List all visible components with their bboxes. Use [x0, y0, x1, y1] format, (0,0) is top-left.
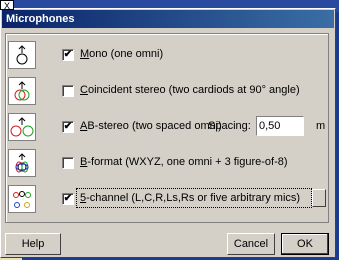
- coincident-checkbox[interactable]: [62, 85, 74, 97]
- mono-checkbox[interactable]: ✔: [62, 49, 74, 61]
- mono-row: ✔ Mono (one omni): [6, 38, 328, 72]
- spacing-unit: m: [316, 120, 326, 132]
- ab-stereo-label-text: B-stereo (two spaced omni): [87, 120, 222, 132]
- ab-stereo-row: ✔ AB-stereo (two spaced omni) Spacing: m: [6, 110, 328, 144]
- coincident-label[interactable]: Coincident stereo (two cardiods at 90° a…: [80, 84, 300, 96]
- five-channel-options-button[interactable]: [312, 189, 326, 207]
- help-button[interactable]: Help: [5, 233, 61, 255]
- spacing-label: Spacing:: [208, 120, 251, 132]
- five-channel-label-text: -channel (L,C,R,Ls,Rs or five arbitrary …: [86, 192, 301, 204]
- coincident-label-text: oincident stereo (two cardiods at 90° an…: [87, 84, 300, 96]
- five-channel-label[interactable]: 5-channel (L,C,R,Ls,Rs or five arbitrary…: [80, 192, 300, 204]
- b-format-mic-icon: [8, 149, 36, 177]
- b-format-row: B-format (WXYZ, one omni + 3 figure-of-8…: [6, 146, 328, 180]
- five-channel-checkbox[interactable]: ✔: [62, 193, 74, 205]
- coincident-label-mnemonic: C: [80, 84, 88, 96]
- mono-label-text: ono (one omni): [89, 48, 164, 60]
- b-format-checkbox[interactable]: [62, 157, 74, 169]
- b-format-label[interactable]: B-format (WXYZ, one omni + 3 figure-of-8…: [80, 156, 288, 168]
- ab-stereo-label[interactable]: AB-stereo (two spaced omni): [80, 120, 222, 132]
- spacing-input[interactable]: [256, 116, 304, 136]
- dialog-title: Microphones: [2, 10, 334, 28]
- close-icon[interactable]: X: [0, 0, 14, 11]
- ok-button[interactable]: OK: [281, 233, 329, 255]
- microphone-options-group: ✔ Mono (one omni) Coincident stereo (two…: [5, 33, 329, 223]
- b-format-label-text: -format (WXYZ, one omni + 3 figure-of-8): [87, 156, 288, 168]
- ab-stereo-checkbox[interactable]: ✔: [62, 121, 74, 133]
- mono-omni-mic-icon: [8, 41, 36, 69]
- cancel-button[interactable]: Cancel: [227, 233, 275, 255]
- coincident-stereo-mic-icon: [8, 77, 36, 105]
- mono-label-mnemonic: M: [80, 48, 90, 60]
- mono-label[interactable]: Mono (one omni): [80, 48, 163, 60]
- five-channel-row: ✔ 5-channel (L,C,R,Ls,Rs or five arbitra…: [6, 182, 328, 216]
- microphones-dialog: Microphones ✔ Mono (one omni) Coincident…: [0, 8, 336, 258]
- five-channel-mic-icon: [8, 185, 36, 213]
- coincident-row: Coincident stereo (two cardiods at 90° a…: [6, 74, 328, 108]
- ab-stereo-mic-icon: [8, 113, 36, 141]
